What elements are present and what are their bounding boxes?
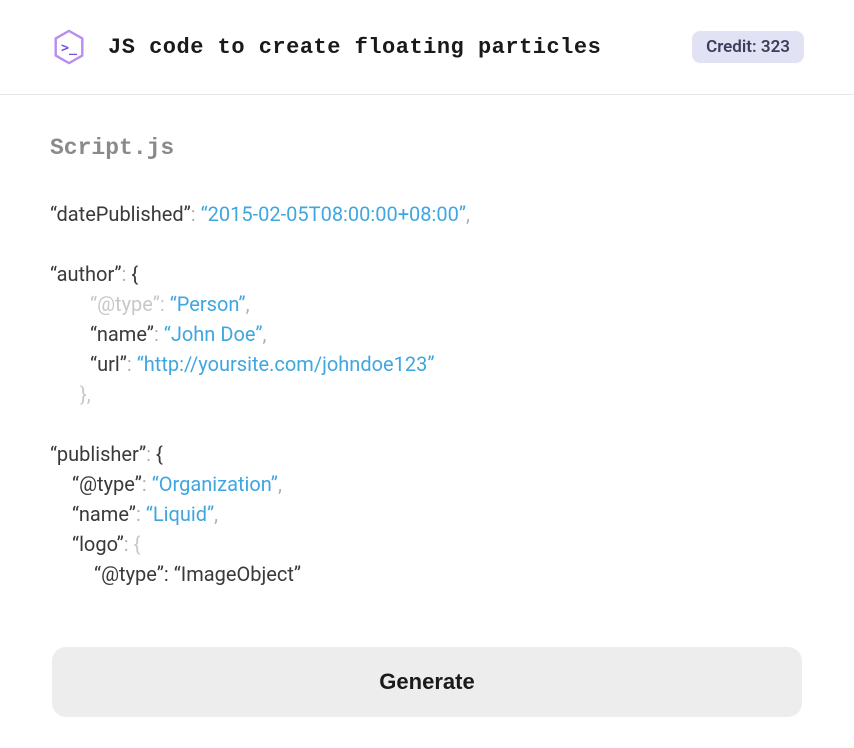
svg-text:>_: >_ [61, 41, 77, 56]
code-line: “@type”: “ImageObject” [50, 559, 804, 589]
app-logo-icon: >_ [50, 28, 88, 66]
filename-label: Script.js [50, 135, 804, 161]
code-block: “datePublished”: “2015-02-05T08:00:00+08… [50, 199, 804, 589]
header-bar: >_ JS code to create floating particles … [0, 0, 854, 95]
code-line: “publisher”: { [50, 439, 804, 469]
header-left: >_ JS code to create floating particles [50, 28, 601, 66]
code-line: “@type”: “Organization”, [50, 469, 804, 499]
code-line: “@type”: “Person”, [50, 289, 804, 319]
code-line: “url”: “http://yoursite.com/johndoe123” [50, 349, 804, 379]
code-line: “datePublished”: “2015-02-05T08:00:00+08… [50, 199, 804, 229]
content-area: Script.js “datePublished”: “2015-02-05T0… [0, 95, 854, 737]
code-line: “name”: “Liquid”, [50, 499, 804, 529]
page-title: JS code to create floating particles [108, 35, 601, 60]
generate-button[interactable]: Generate [52, 647, 802, 717]
code-line: “name”: “John Doe”, [50, 319, 804, 349]
credit-badge: Credit: 323 [692, 31, 804, 63]
code-line: }, [50, 379, 804, 409]
code-line: “author”: { [50, 259, 804, 289]
code-line: “logo”: { [50, 529, 804, 559]
